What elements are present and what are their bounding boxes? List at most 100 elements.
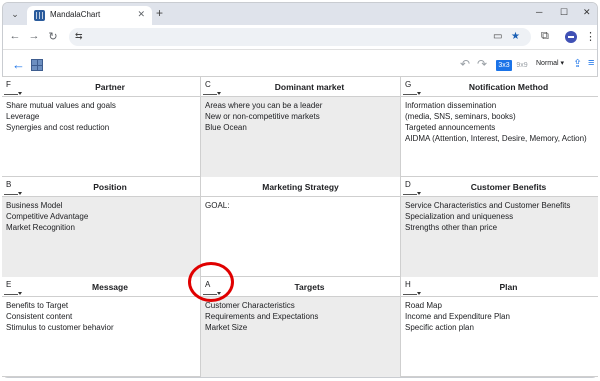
cell-line: Road Map bbox=[405, 301, 442, 310]
cell-letter-dropdown[interactable]: C bbox=[203, 80, 221, 95]
cell-content[interactable]: Customer Characteristics Requirements and… bbox=[201, 297, 400, 377]
cell-title[interactable]: Message bbox=[20, 282, 200, 292]
cell-title[interactable]: Dominant market bbox=[219, 82, 400, 92]
profile-avatar[interactable] bbox=[565, 31, 577, 43]
chart-cell[interactable]: Marketing Strategy GOAL: bbox=[201, 177, 401, 277]
bookmark-star-icon[interactable]: ★ bbox=[511, 31, 520, 42]
cell-line: AIDMA (Attention, Interest, Desire, Memo… bbox=[405, 134, 587, 143]
cell-line: Leverage bbox=[6, 112, 40, 121]
cell-line: Stimulus to customer behavior bbox=[6, 323, 114, 332]
app-back-icon[interactable]: ← bbox=[12, 57, 25, 72]
cell-line: Information dissemination bbox=[405, 101, 497, 110]
cell-title[interactable]: Position bbox=[20, 182, 200, 192]
chart-cell[interactable]: H Plan Road Map Income and Expenditure Plan… bbox=[401, 277, 598, 377]
cell-line: Market Size bbox=[205, 323, 248, 332]
cell-line: Specialization and uniqueness bbox=[405, 212, 514, 221]
cell-line: Strengths other than price bbox=[405, 223, 498, 232]
cell-header: G Notification Method bbox=[401, 77, 598, 97]
highlight-circle bbox=[188, 262, 234, 302]
cell-content[interactable]: Service Characteristics and Customer Ben… bbox=[401, 197, 598, 277]
chart-cell[interactable]: G Notification Method Information dissemin… bbox=[401, 77, 598, 177]
cast-icon[interactable]: ▭ bbox=[493, 31, 502, 42]
close-window-icon[interactable]: ✕ bbox=[583, 7, 591, 18]
tab-mandalachart[interactable]: MandalaChart ✕ bbox=[27, 6, 152, 25]
cell-content[interactable]: Areas where you can be a leader New or no… bbox=[201, 97, 400, 177]
tab-close-icon[interactable]: ✕ bbox=[137, 9, 145, 20]
cell-line: Targeted announcements bbox=[405, 123, 496, 132]
cell-line: Requirements and Expectations bbox=[205, 312, 319, 321]
cell-header: C Dominant market bbox=[201, 77, 400, 97]
new-tab-button[interactable]: + bbox=[156, 6, 163, 20]
tab-title: MandalaChart bbox=[50, 10, 101, 19]
cell-line: Blue Ocean bbox=[205, 123, 247, 132]
mode-3x3-button[interactable]: 3x3 bbox=[496, 60, 512, 71]
cell-header: E Message bbox=[2, 277, 200, 297]
cell-title[interactable]: Targets bbox=[219, 282, 400, 292]
cell-title[interactable]: Customer Benefits bbox=[419, 182, 598, 192]
cell-line: Share mutual values and goals bbox=[6, 101, 116, 110]
maximize-icon[interactable]: ☐ bbox=[560, 7, 568, 18]
cell-content[interactable]: Benefits to Target Consistent content Stim… bbox=[2, 297, 200, 377]
cell-line: GOAL: bbox=[205, 201, 230, 210]
app-menu-icon[interactable]: ≡ bbox=[588, 57, 594, 69]
cell-line: Competitive Advantage bbox=[6, 212, 89, 221]
minimize-icon[interactable]: ─ bbox=[536, 7, 542, 17]
tab-search-chevron-icon[interactable]: ⌄ bbox=[9, 8, 21, 20]
cell-title[interactable]: Marketing Strategy bbox=[201, 182, 400, 192]
chart-cell[interactable]: C Dominant market Areas where you can be a… bbox=[201, 77, 401, 177]
chart-cell[interactable]: E Message Benefits to Target Consistent con… bbox=[2, 277, 201, 377]
cell-line: (media, SNS, seminars, books) bbox=[405, 112, 516, 121]
view-mode-value: Normal bbox=[536, 60, 559, 67]
chart-cell[interactable]: D Customer Benefits Service Characteristic… bbox=[401, 177, 598, 277]
cell-letter-dropdown[interactable]: F bbox=[4, 80, 22, 95]
cell-content[interactable]: GOAL: bbox=[201, 197, 400, 277]
chart-cell[interactable]: B Position Business Model Competitive Advan… bbox=[2, 177, 201, 277]
view-mode-select[interactable]: Normal ▾ bbox=[536, 59, 564, 67]
cell-content[interactable]: Road Map Income and Expenditure Plan Speci… bbox=[401, 297, 598, 377]
cell-header: Marketing Strategy bbox=[201, 177, 400, 197]
forward-icon[interactable]: → bbox=[27, 30, 41, 42]
site-settings-icon[interactable]: ⇆ bbox=[75, 31, 83, 42]
cell-line: Market Recognition bbox=[6, 223, 75, 232]
cell-line: Consistent content bbox=[6, 312, 73, 321]
cell-line: Specific action plan bbox=[405, 323, 474, 332]
cell-title[interactable]: Partner bbox=[20, 82, 200, 92]
cell-line: Synergies and cost reduction bbox=[6, 123, 110, 132]
cell-letter-dropdown[interactable]: D bbox=[403, 180, 421, 195]
cell-title[interactable]: Plan bbox=[419, 282, 598, 292]
cell-title[interactable]: Notification Method bbox=[419, 82, 598, 92]
mandalachart-favicon-icon bbox=[34, 10, 45, 21]
cell-header: H Plan bbox=[401, 277, 598, 297]
cell-letter-dropdown[interactable]: B bbox=[4, 180, 22, 195]
cell-header: B Position bbox=[2, 177, 200, 197]
cell-letter-dropdown[interactable]: G bbox=[403, 80, 421, 95]
chart-cell[interactable]: F Partner Share mutual values and goals Lev… bbox=[2, 77, 201, 177]
cell-line: Customer Characteristics bbox=[205, 301, 295, 310]
cell-line: Business Model bbox=[6, 201, 63, 210]
cell-content[interactable]: Business Model Competitive Advantage Marke… bbox=[2, 197, 200, 277]
cell-line: Service Characteristics and Customer Ben… bbox=[405, 201, 571, 210]
address-bar[interactable]: ⇆ ▭ ★ bbox=[69, 28, 531, 46]
app-toolbar: ← ↶ ↷ 3x3 9x9 Normal ▾ ⇪ ≡ bbox=[3, 49, 597, 79]
mode-9x9-button[interactable]: 9x9 bbox=[514, 60, 530, 71]
reload-icon[interactable]: ↻ bbox=[46, 30, 60, 43]
tab-strip: ⌄ MandalaChart ✕ + ─ ☐ ✕ bbox=[3, 3, 597, 25]
redo-icon[interactable]: ↷ bbox=[477, 57, 487, 71]
cell-header: F Partner bbox=[2, 77, 200, 97]
extensions-icon[interactable]: ⧉ bbox=[541, 30, 549, 43]
cell-line: Benefits to Target bbox=[6, 301, 69, 310]
browser-toolbar: ← → ↻ ⇆ ▭ ★ ⧉ ⋮ bbox=[3, 25, 597, 49]
cell-line: Areas where you can be a leader bbox=[205, 101, 323, 110]
cell-line: Income and Expenditure Plan bbox=[405, 312, 510, 321]
mandala-logo-icon bbox=[31, 59, 43, 71]
browser-menu-icon[interactable]: ⋮ bbox=[585, 30, 596, 43]
cell-letter-dropdown[interactable]: H bbox=[403, 280, 421, 295]
cell-content[interactable]: Information dissemination (media, SNS, se… bbox=[401, 97, 598, 177]
undo-icon[interactable]: ↶ bbox=[460, 57, 470, 71]
back-icon[interactable]: ← bbox=[8, 30, 22, 42]
cell-content[interactable]: Share mutual values and goals Leverage Syn… bbox=[2, 97, 200, 177]
chart-cell[interactable]: A Targets Customer Characteristics Requirem… bbox=[201, 277, 401, 377]
cell-letter-dropdown[interactable]: E bbox=[4, 280, 22, 295]
mandala-grid: F Partner Share mutual values and goals Lev… bbox=[2, 76, 598, 377]
share-icon[interactable]: ⇪ bbox=[573, 57, 582, 70]
